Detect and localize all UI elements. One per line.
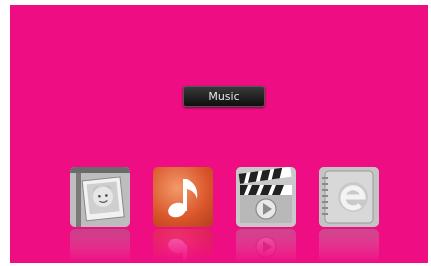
music-reflection bbox=[153, 229, 213, 263]
ebook-button[interactable] bbox=[319, 167, 379, 227]
music-button[interactable] bbox=[153, 167, 213, 227]
ebook-reflection bbox=[319, 229, 379, 263]
music-note-icon bbox=[168, 238, 187, 263]
play-icon bbox=[255, 236, 277, 258]
photo-icon bbox=[70, 167, 130, 227]
video-button[interactable] bbox=[236, 167, 296, 227]
video-reflection bbox=[236, 229, 296, 263]
music-note-icon bbox=[168, 179, 198, 218]
menu-screen: Music bbox=[10, 5, 428, 263]
app-dock bbox=[10, 5, 428, 263]
photo-reflection bbox=[70, 229, 130, 263]
clapperboard-icon bbox=[236, 167, 296, 227]
photo-button[interactable] bbox=[70, 167, 130, 227]
ebook-icon bbox=[319, 167, 379, 227]
